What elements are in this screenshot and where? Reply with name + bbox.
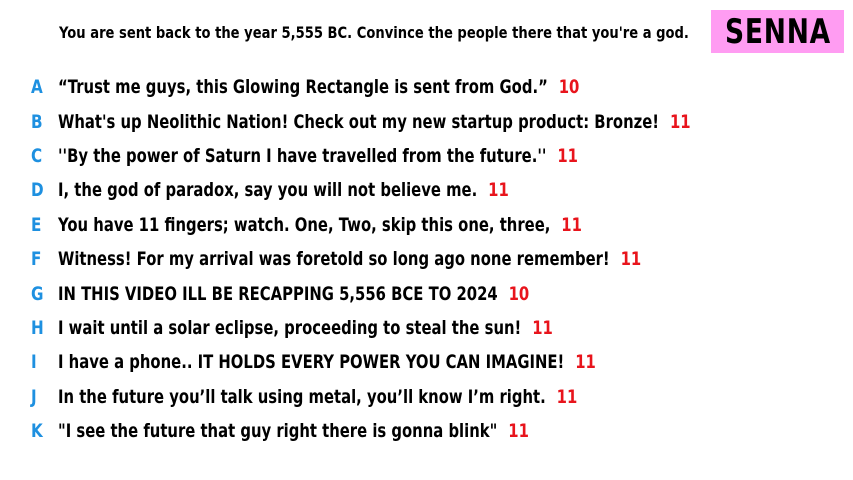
answer-score: 11 <box>620 248 642 271</box>
answer-letter: F <box>31 248 42 271</box>
answer-body: I wait until a solar eclipse, proceeding… <box>58 317 553 339</box>
answer-letter: G <box>31 282 44 305</box>
answer-body: Witness! For my arrival was foretold so … <box>58 248 641 270</box>
answer-row: B What's up Neolithic Nation! Check out m… <box>0 104 853 138</box>
answer-letter: I <box>31 351 37 374</box>
answer-score: 11 <box>561 213 582 236</box>
name-badge: SENNA <box>711 10 844 53</box>
answer-text: You have 11 fingers; watch. One, Two, sk… <box>58 213 551 236</box>
answer-letter: H <box>31 316 44 339</box>
answer-body: In the future you’ll talk using metal, y… <box>58 386 577 408</box>
answer-body: What's up Neolithic Nation! Check out my… <box>58 111 691 133</box>
answer-text: ''By the power of Saturn I have travelle… <box>58 144 547 167</box>
answer-body: IN THIS VIDEO ILL BE RECAPPING 5,556 BCE… <box>58 283 529 305</box>
answer-score: 11 <box>557 144 578 167</box>
answer-score: 11 <box>508 420 529 443</box>
answer-text: Witness! For my arrival was foretold so … <box>58 248 610 271</box>
answer-score: 11 <box>532 316 553 339</box>
answer-text: I have a phone.. IT HOLDS EVERY POWER YO… <box>58 351 565 374</box>
answer-text: “Trust me guys, this Glowing Rectangle i… <box>58 76 548 99</box>
answer-row: H I wait until a solar eclipse, proceedin… <box>0 311 853 345</box>
answer-row: C ''By the power of Saturn I have travell… <box>0 139 853 173</box>
prompt-text: You are sent back to the year 5,555 BC. … <box>59 23 689 42</box>
answer-body: You have 11 fingers; watch. One, Two, sk… <box>58 214 582 236</box>
answer-letter: D <box>31 179 44 202</box>
answer-letter: C <box>31 144 43 167</box>
answer-row: K "I see the future that guy right there … <box>0 414 853 448</box>
answer-text: IN THIS VIDEO ILL BE RECAPPING 5,556 BCE… <box>58 282 498 305</box>
answer-letter: B <box>31 110 43 133</box>
answer-body: “Trust me guys, this Glowing Rectangle i… <box>58 76 579 98</box>
name-label: SENNA <box>724 11 831 52</box>
answer-letter: J <box>31 385 37 408</box>
answer-text: I, the god of paradox, say you will not … <box>58 179 478 202</box>
answer-body: I, the god of paradox, say you will not … <box>58 179 509 201</box>
answer-text: "I see the future that guy right there i… <box>58 420 498 443</box>
answer-score: 10 <box>508 282 530 305</box>
answer-list: A “Trust me guys, this Glowing Rectangle … <box>0 70 853 448</box>
answer-score: 11 <box>575 351 596 374</box>
answer-row: G IN THIS VIDEO ILL BE RECAPPING 5,556 BC… <box>0 276 853 310</box>
answer-row: E You have 11 fingers; watch. One, Two, s… <box>0 208 853 242</box>
answer-row: F Witness! For my arrival was foretold so… <box>0 242 853 276</box>
answer-letter: K <box>31 420 43 443</box>
answer-body: "I see the future that guy right there i… <box>58 420 529 442</box>
answer-row: D I, the god of paradox, say you will not… <box>0 173 853 207</box>
answer-score: 11 <box>669 110 691 133</box>
answer-row: J In the future you’ll talk using metal, … <box>0 380 853 414</box>
answer-text: What's up Neolithic Nation! Check out my… <box>58 110 660 133</box>
answer-row: I I have a phone.. IT HOLDS EVERY POWER Y… <box>0 345 853 379</box>
answer-row: A “Trust me guys, this Glowing Rectangle … <box>0 70 853 104</box>
answer-score: 11 <box>488 179 509 202</box>
answer-body: I have a phone.. IT HOLDS EVERY POWER YO… <box>58 351 596 373</box>
answer-letter: A <box>31 76 43 99</box>
answer-text: In the future you’ll talk using metal, y… <box>58 385 546 408</box>
answer-text: I wait until a solar eclipse, proceeding… <box>58 316 522 339</box>
answer-body: ''By the power of Saturn I have travelle… <box>58 145 578 167</box>
answer-letter: E <box>31 213 42 236</box>
answer-score: 10 <box>558 76 580 99</box>
answer-score: 11 <box>556 385 578 408</box>
